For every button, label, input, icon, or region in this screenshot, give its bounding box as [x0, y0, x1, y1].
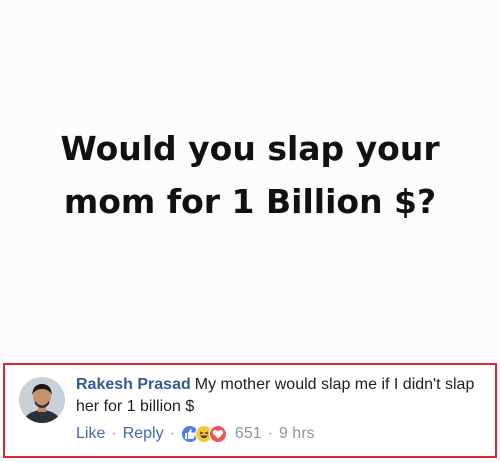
- like-link[interactable]: Like: [76, 425, 105, 443]
- comment-actions: Like · Reply · 651 · 9 hrs: [76, 423, 315, 445]
- separator-dot: ·: [111, 425, 117, 442]
- avatar-photo-icon: [19, 377, 65, 423]
- meme-headline: Would you slap your mom for 1 Billion $?: [0, 122, 500, 228]
- love-icon: [208, 425, 227, 443]
- reactions-summary[interactable]: [180, 425, 227, 443]
- comment-body: Rakesh Prasad My mother would slap me if …: [76, 374, 486, 418]
- headline-line-1: Would you slap your: [60, 129, 440, 168]
- separator-dot: ·: [267, 425, 273, 442]
- reaction-count[interactable]: 651: [235, 425, 262, 443]
- reply-link[interactable]: Reply: [123, 425, 164, 443]
- comment-highlight-box: Rakesh Prasad My mother would slap me if …: [3, 363, 497, 458]
- headline-line-2: mom for 1 Billion $?: [63, 182, 437, 221]
- avatar[interactable]: [19, 377, 65, 423]
- meme-page: Would you slap your mom for 1 Billion $?…: [0, 0, 500, 461]
- comment-timestamp[interactable]: 9 hrs: [279, 425, 315, 443]
- separator-dot: ·: [169, 425, 175, 442]
- comment-author-link[interactable]: Rakesh Prasad: [76, 376, 191, 393]
